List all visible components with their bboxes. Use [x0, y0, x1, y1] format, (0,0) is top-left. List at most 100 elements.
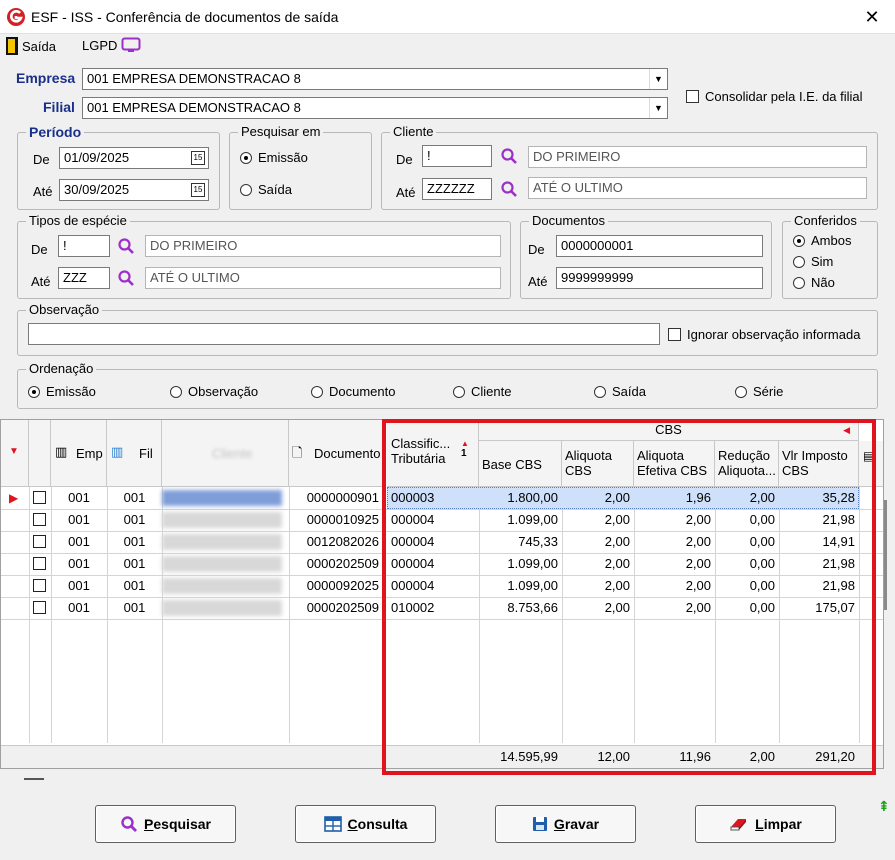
header-aliquota-efetiva[interactable]: Aliquota Efetiva CBS [634, 441, 715, 487]
cell-fil[interactable]: 001 [107, 556, 162, 571]
radio-off[interactable] [453, 385, 465, 398]
cell-fil[interactable]: 001 [107, 578, 162, 593]
cell-reducao[interactable]: 0,00 [715, 512, 779, 527]
cliente-ate-code[interactable]: ZZZZZZ [422, 178, 492, 200]
cell-documento[interactable]: 0000010925 [289, 512, 383, 527]
observacao-input[interactable] [28, 323, 660, 345]
cell-aliquota[interactable]: 2,00 [562, 534, 634, 549]
header-classificacao[interactable]: Classific... Tributária ▲ 1 [387, 420, 479, 487]
row-checkbox[interactable] [33, 513, 46, 526]
header-reducao[interactable]: Redução Aliquota... [715, 441, 779, 487]
cell-base[interactable]: 1.099,00 [479, 578, 562, 593]
ordenacao-saida-radio[interactable]: Saída [594, 384, 646, 399]
cell-vlr[interactable]: 21,98 [779, 512, 859, 527]
pesquisar-button[interactable]: Pesquisar [95, 805, 236, 843]
radio-off[interactable] [594, 385, 606, 398]
cell-fil[interactable]: 001 [107, 534, 162, 549]
cell-fil[interactable]: 001 [107, 600, 162, 615]
vertical-scrollbar[interactable] [884, 500, 887, 610]
cell-aliquota[interactable]: 2,00 [562, 490, 634, 505]
cell-fil[interactable]: 001 [107, 490, 162, 505]
cell-reducao[interactable]: 0,00 [715, 556, 779, 571]
cell-documento[interactable]: 0000202509 [289, 556, 383, 571]
cell-emp[interactable]: 001 [51, 490, 107, 505]
close-button[interactable]: ✕ [858, 3, 886, 31]
cell-classif[interactable]: 000003 [387, 490, 479, 505]
header-emp[interactable]: ▥ Emp [51, 420, 107, 487]
calendar-icon[interactable]: 15 [191, 151, 205, 165]
cell-documento[interactable]: 0000000901 [289, 490, 383, 505]
header-fil[interactable]: ▥ Fil [107, 420, 162, 487]
row-checkbox[interactable] [33, 535, 46, 548]
cell-base[interactable]: 1.099,00 [479, 556, 562, 571]
cell-base[interactable]: 1.099,00 [479, 512, 562, 527]
cell-base[interactable]: 745,33 [479, 534, 562, 549]
search-icon[interactable] [500, 147, 518, 165]
radio-off[interactable] [793, 276, 805, 289]
pesquisar-saida-radio[interactable]: Saída [240, 182, 292, 197]
radio-on[interactable] [240, 151, 252, 164]
cell-vlr[interactable]: 35,28 [779, 490, 859, 505]
filial-select[interactable]: 001 EMPRESA DEMONSTRACAO 8 ▼ [82, 97, 668, 119]
cell-emp[interactable]: 001 [51, 556, 107, 571]
cell-fil[interactable]: 001 [107, 512, 162, 527]
pesquisar-emissao-radio[interactable]: Emissão [240, 150, 308, 165]
documents-grid[interactable]: ▼ ▥ Emp ▥ Fil Cliente 🗋 Documento Classi… [0, 419, 884, 769]
cell-documento[interactable]: 0000202509 [289, 600, 383, 615]
consolidar-checkbox[interactable]: Consolidar pela I.E. da filial [686, 89, 863, 104]
cell-efetiva[interactable]: 2,00 [634, 600, 715, 615]
row-checkbox[interactable] [33, 579, 46, 592]
documentos-ate-input[interactable]: 9999999999 [556, 267, 763, 289]
calendar-icon[interactable]: 15 [191, 183, 205, 197]
cell-vlr[interactable]: 21,98 [779, 556, 859, 571]
cell-reducao[interactable]: 2,00 [715, 490, 779, 505]
cell-aliquota[interactable]: 2,00 [562, 578, 634, 593]
search-icon[interactable] [117, 269, 135, 287]
cell-vlr[interactable]: 21,98 [779, 578, 859, 593]
radio-off[interactable] [311, 385, 323, 398]
cell-documento[interactable]: 0012082026 [289, 534, 383, 549]
conferidos-ambos-radio[interactable]: Ambos [793, 233, 851, 248]
gravar-button[interactable]: Gravar [495, 805, 636, 843]
chevron-down-icon[interactable]: ▼ [649, 98, 667, 118]
tipos-de-code[interactable]: ! [58, 235, 110, 257]
cell-emp[interactable]: 001 [51, 578, 107, 593]
radio-off[interactable] [240, 183, 252, 196]
cell-efetiva[interactable]: 2,00 [634, 578, 715, 593]
cell-base[interactable]: 1.800,00 [479, 490, 562, 505]
menu-lgpd[interactable]: LGPD [82, 37, 141, 53]
header-vlr-imposto[interactable]: Vlr Imposto CBS [779, 441, 859, 487]
search-icon[interactable] [117, 237, 135, 255]
cell-reducao[interactable]: 0,00 [715, 534, 779, 549]
header-cliente[interactable]: Cliente [162, 420, 289, 487]
radio-off[interactable] [170, 385, 182, 398]
cell-efetiva[interactable]: 2,00 [634, 556, 715, 571]
ordenacao-serie-radio[interactable]: Série [735, 384, 783, 399]
cell-efetiva[interactable]: 2,00 [634, 512, 715, 527]
ignorar-observacao-checkbox[interactable]: Ignorar observação informada [668, 327, 860, 342]
cell-reducao[interactable]: 0,00 [715, 600, 779, 615]
row-checkbox[interactable] [33, 601, 46, 614]
cell-vlr[interactable]: 14,91 [779, 534, 859, 549]
cell-vlr[interactable]: 175,07 [779, 600, 859, 615]
move-top-icon[interactable]: ⇞ [878, 798, 890, 815]
cell-aliquota[interactable]: 2,00 [562, 600, 634, 615]
menu-saida[interactable]: Saída [6, 37, 56, 55]
tipos-ate-code[interactable]: ZZZ [58, 267, 110, 289]
conferidos-nao-radio[interactable]: Não [793, 275, 835, 290]
cell-base[interactable]: 8.753,66 [479, 600, 562, 615]
search-icon[interactable] [500, 180, 518, 198]
cell-classif[interactable]: 010002 [387, 600, 479, 615]
cell-aliquota[interactable]: 2,00 [562, 556, 634, 571]
cell-classif[interactable]: 000004 [387, 534, 479, 549]
radio-off[interactable] [735, 385, 747, 398]
chevron-down-icon[interactable]: ▼ [649, 69, 667, 89]
splitter-handle[interactable] [24, 778, 44, 780]
cell-efetiva[interactable]: 2,00 [634, 534, 715, 549]
cell-emp[interactable]: 001 [51, 534, 107, 549]
ordenacao-documento-radio[interactable]: Documento [311, 384, 395, 399]
row-checkbox[interactable] [33, 491, 46, 504]
header-base-cbs[interactable]: Base CBS [479, 441, 562, 487]
empresa-select[interactable]: 001 EMPRESA DEMONSTRACAO 8 ▼ [82, 68, 668, 90]
limpar-button[interactable]: Limpar [695, 805, 836, 843]
